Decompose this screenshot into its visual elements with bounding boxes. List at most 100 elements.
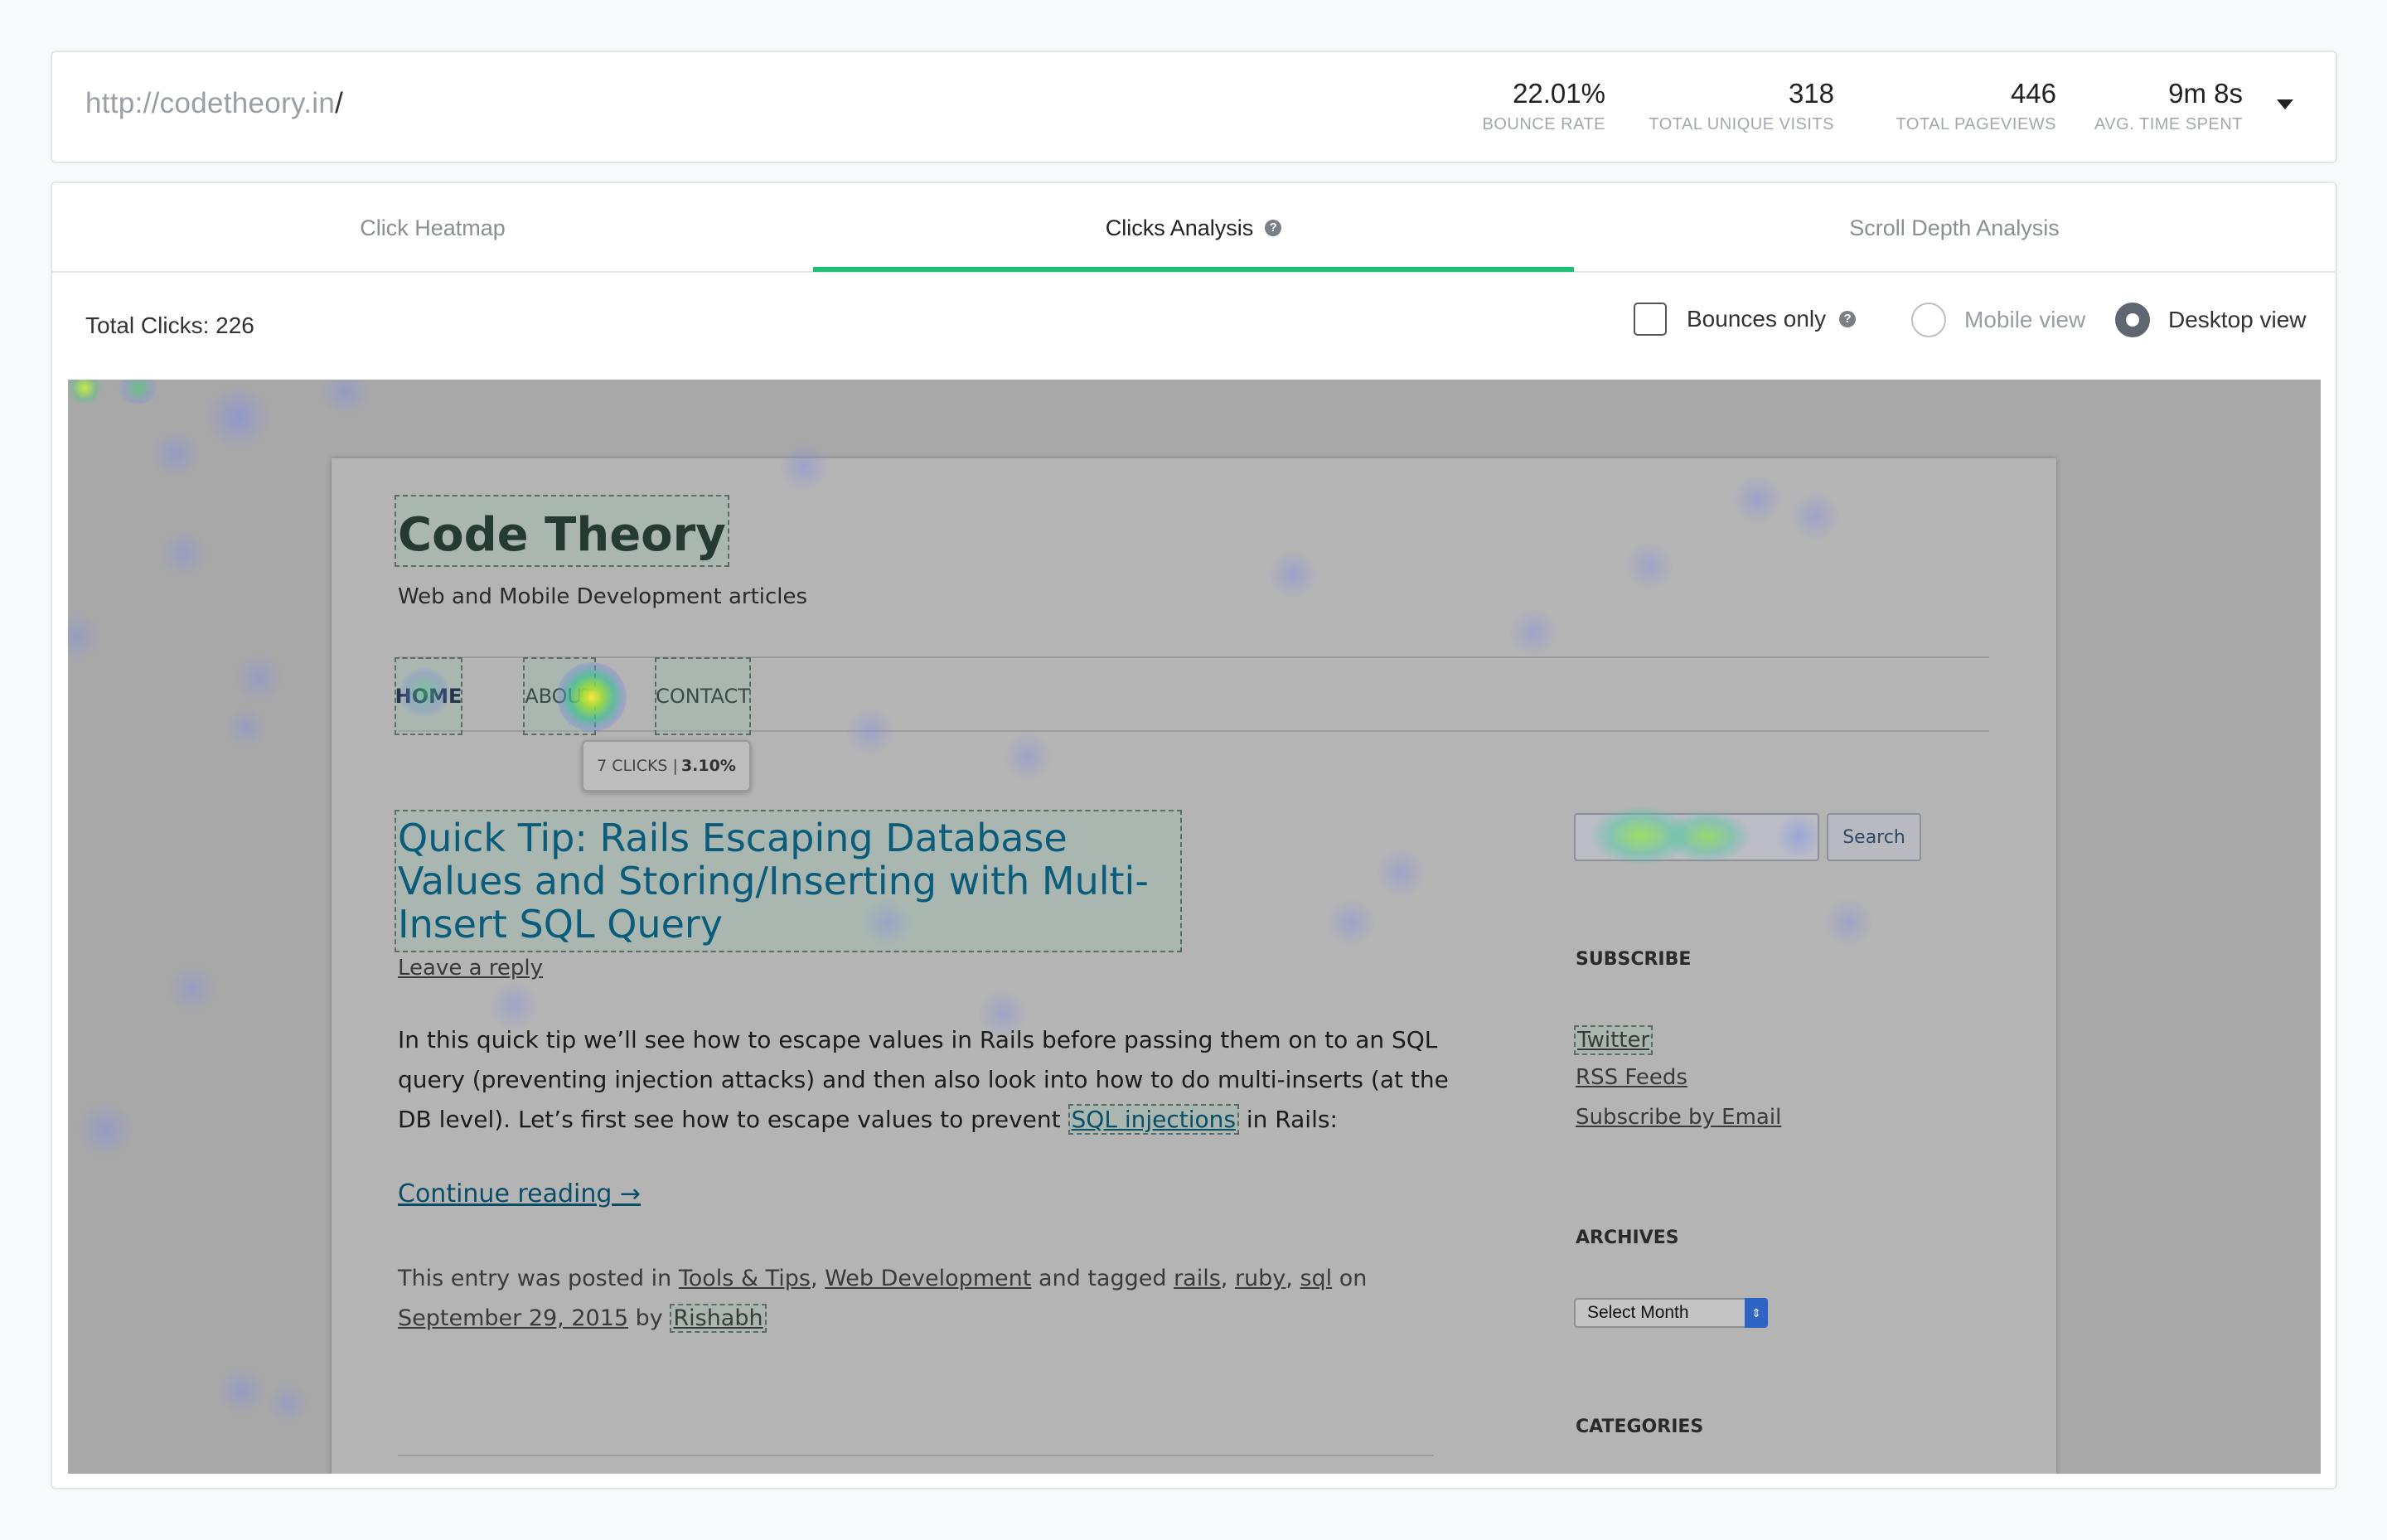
meta-sep: , <box>810 1266 826 1291</box>
url-path: / <box>335 87 344 119</box>
nav-home[interactable]: HOME <box>395 657 462 735</box>
stat-value: 22.01% <box>1513 78 1605 109</box>
heat-spot <box>68 612 101 661</box>
meta-text: by <box>628 1305 671 1331</box>
archives-heading: ARCHIVES <box>1576 1228 1679 1248</box>
heat-spot <box>779 442 829 492</box>
heat-spot <box>845 707 895 757</box>
nav-about[interactable]: ABOUT <box>523 657 596 735</box>
stat-bounce-rate: 22.01% BOUNCE RATE <box>1483 77 1605 134</box>
tab-label: Click Heatmap <box>360 215 506 240</box>
search-input[interactable] <box>1574 813 1819 861</box>
twitter-link[interactable]: Twitter <box>1574 1025 1653 1055</box>
desktop-view-radio[interactable] <box>2115 303 2150 337</box>
stat-value: 9m 8s <box>2168 78 2243 109</box>
archives-select-value: Select Month <box>1587 1303 1689 1322</box>
stat-label: TOTAL UNIQUE VISITS <box>1649 115 1834 133</box>
tab-click-heatmap[interactable]: Click Heatmap <box>52 183 813 273</box>
site-description: Web and Mobile Development articles <box>398 584 808 609</box>
tab-scroll-depth[interactable]: Scroll Depth Analysis <box>1574 183 2335 273</box>
site-snapshot: Code Theory Web and Mobile Development a… <box>332 442 2056 1474</box>
heat-spot <box>1326 898 1376 947</box>
tag-link-ruby[interactable]: ruby <box>1235 1266 1285 1291</box>
click-count-tooltip: 7 CLICKS | 3.10% <box>582 740 751 792</box>
meta-text: This entry was posted in <box>398 1266 679 1291</box>
desktop-view-label: Desktop view <box>2168 307 2307 332</box>
tooltip-percent: 3.10% <box>680 757 736 775</box>
heatmap-viewport[interactable]: Code Theory Web and Mobile Development a… <box>68 380 2321 1474</box>
post-excerpt: In this quick tip we’ll see how to escap… <box>398 1020 1475 1140</box>
heat-spot <box>118 380 159 404</box>
heat-spot <box>76 1101 134 1159</box>
post-title[interactable]: Quick Tip: Rails Escaping Database Value… <box>395 810 1182 952</box>
stat-avg-time: 9m 8s AVG. TIME SPENT <box>2094 77 2243 134</box>
stat-label: TOTAL PAGEVIEWS <box>1896 115 2056 133</box>
nav-contact[interactable]: CONTACT <box>655 657 751 735</box>
post-date-link[interactable]: September 29, 2015 <box>398 1305 628 1331</box>
help-icon[interactable]: ? <box>1265 220 1282 236</box>
bounces-only-checkbox[interactable] <box>1634 303 1667 336</box>
heat-spot <box>217 1366 267 1416</box>
heat-spot <box>267 1383 308 1424</box>
subscribe-heading: SUBSCRIBE <box>1576 949 1692 970</box>
stat-value: 446 <box>2010 78 2056 109</box>
post-meta: This entry was posted in Tools & Tips, W… <box>398 1259 1442 1339</box>
heat-spot <box>151 429 201 479</box>
tooltip-clicks: 7 CLICKS | <box>597 757 678 775</box>
controls-bar: Total Clicks: 226 Bounces only ? Mobile … <box>52 274 2336 382</box>
post-divider <box>398 1455 1434 1456</box>
desktop-view-option[interactable]: Desktop view <box>2115 303 2307 337</box>
site-title[interactable]: Code Theory <box>395 495 729 567</box>
sql-injections-link[interactable]: SQL injections <box>1068 1104 1239 1135</box>
url-base: http://codetheory.in <box>85 87 336 119</box>
heat-spot <box>68 380 101 404</box>
meta-text: on <box>1332 1266 1368 1291</box>
heat-spot <box>317 380 375 413</box>
nav-divider-bottom <box>398 730 1989 732</box>
caret-down-icon[interactable] <box>2277 99 2293 109</box>
heat-spot <box>1376 848 1426 898</box>
continue-reading-link[interactable]: Continue reading → <box>398 1179 641 1208</box>
rss-feeds-link[interactable]: RSS Feeds <box>1576 1065 1687 1090</box>
category-link-tools-tips[interactable]: Tools & Tips <box>679 1266 811 1291</box>
author-link[interactable]: Rishabh <box>670 1304 767 1333</box>
active-tab-indicator <box>813 267 1574 272</box>
page-url: http://codetheory.in/ <box>85 87 343 120</box>
bounces-only-toggle[interactable]: Bounces only ? <box>1634 303 1857 336</box>
heat-spot <box>1732 475 1782 525</box>
heat-spot <box>1823 898 1873 947</box>
heat-spot <box>225 707 267 748</box>
subscribe-email-link[interactable]: Subscribe by Email <box>1576 1105 1781 1130</box>
tab-label: Scroll Depth Analysis <box>1849 215 2060 240</box>
stat-label: BOUNCE RATE <box>1482 115 1605 133</box>
meta-text: and tagged <box>1031 1266 1174 1291</box>
tag-link-rails[interactable]: rails <box>1174 1266 1221 1291</box>
excerpt-text-end: in Rails: <box>1238 1106 1338 1133</box>
mobile-view-radio[interactable] <box>1911 303 1946 337</box>
category-link-web-development[interactable]: Web Development <box>825 1266 1031 1291</box>
analysis-card: Click Heatmap Clicks Analysis? Scroll De… <box>51 182 2337 1489</box>
select-arrows-icon: ⇕ <box>1745 1298 1768 1328</box>
total-clicks: Total Clicks: 226 <box>85 312 254 338</box>
heat-spot <box>1268 550 1318 599</box>
tag-link-sql[interactable]: sql <box>1300 1266 1332 1291</box>
stat-value: 318 <box>1788 78 1834 109</box>
leave-reply-link[interactable]: Leave a reply <box>398 956 543 981</box>
help-icon[interactable]: ? <box>1839 311 1857 327</box>
tab-bar: Click Heatmap Clicks Analysis? Scroll De… <box>52 183 2336 273</box>
stat-pageviews: 446 TOTAL PAGEVIEWS <box>1896 77 2056 134</box>
heat-spot <box>167 964 217 1014</box>
meta-sep: , <box>1220 1266 1235 1291</box>
categories-heading: CATEGORIES <box>1576 1417 1704 1437</box>
heat-spot <box>1790 492 1840 541</box>
archives-select[interactable]: Select Month ⇕ <box>1574 1298 1768 1328</box>
stat-label: AVG. TIME SPENT <box>2094 115 2243 133</box>
heat-spot <box>234 653 283 703</box>
mobile-view-option[interactable]: Mobile view <box>1911 303 2085 337</box>
search-button[interactable]: Search <box>1827 813 1921 861</box>
heat-spot <box>1624 541 1674 591</box>
tab-label: Clicks Analysis <box>1105 215 1254 240</box>
heat-spot <box>1508 608 1558 657</box>
nav-divider-top <box>398 656 1989 658</box>
tab-clicks-analysis[interactable]: Clicks Analysis? <box>813 183 1574 273</box>
